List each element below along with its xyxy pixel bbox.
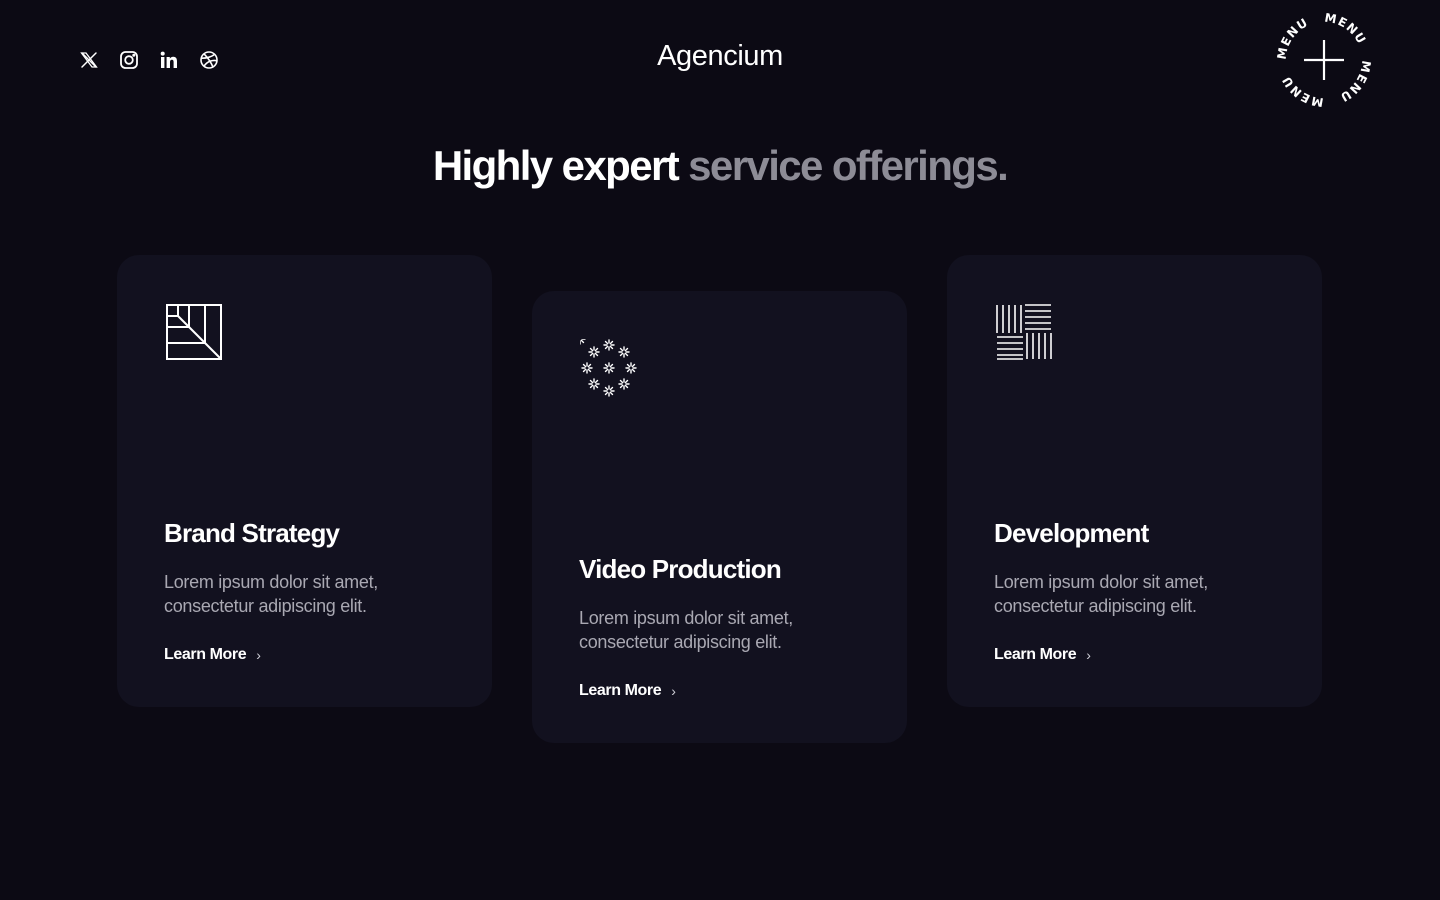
service-description: Lorem ipsum dolor sit amet, consectetur … <box>579 608 793 652</box>
plus-icon <box>1304 40 1344 80</box>
service-card-brand-strategy: Brand Strategy Lorem ipsum dolor sit ame… <box>117 255 492 707</box>
learn-more-label: Learn More <box>164 646 247 663</box>
section-headline: Highly expert service offerings. <box>0 142 1440 190</box>
service-card-video-production: Video Production Lorem ipsum dolor sit a… <box>532 291 907 743</box>
service-card-development: Development Lorem ipsum dolor sit amet, … <box>947 255 1322 707</box>
service-title: Development <box>994 518 1149 548</box>
svg-text:MENU: MENU <box>1279 73 1324 109</box>
menu-ring-label-1: MENU <box>1275 15 1310 60</box>
chevron-right-icon: › <box>1086 647 1091 663</box>
learn-more-label: Learn More <box>994 646 1077 663</box>
svg-text:MENU: MENU <box>1324 11 1369 47</box>
svg-text:MENU: MENU <box>1275 15 1311 60</box>
headline-muted: service offerings. <box>688 142 1009 189</box>
site-header: Agencium MENU MENU MENU MENU <box>0 0 1440 120</box>
chevron-right-icon: › <box>256 647 261 663</box>
service-description: Lorem ipsum dolor sit amet, consectetur … <box>164 572 378 616</box>
line-pattern-icon <box>995 303 1053 361</box>
svg-text:MENU: MENU <box>1337 60 1373 105</box>
learn-more-link[interactable]: Learn More › <box>164 646 261 664</box>
grid-corner-icon <box>165 303 223 361</box>
menu-ring-label-3: MENU <box>1337 60 1372 105</box>
site-logo[interactable]: Agencium <box>0 40 1440 73</box>
learn-more-link[interactable]: Learn More › <box>994 646 1091 664</box>
service-title: Brand Strategy <box>164 518 340 548</box>
service-description: Lorem ipsum dolor sit amet, consectetur … <box>994 572 1208 616</box>
menu-button[interactable]: MENU MENU MENU MENU <box>1274 10 1374 110</box>
sparkle-cluster-icon <box>574 333 638 397</box>
menu-ring-label-4: MENU <box>1279 73 1323 109</box>
learn-more-link[interactable]: Learn More › <box>579 682 676 700</box>
chevron-right-icon: › <box>671 683 676 699</box>
menu-ring-label-2: MENU <box>1324 11 1368 47</box>
headline-strong: Highly expert <box>432 142 680 189</box>
service-title: Video Production <box>579 554 782 584</box>
learn-more-label: Learn More <box>579 682 662 699</box>
